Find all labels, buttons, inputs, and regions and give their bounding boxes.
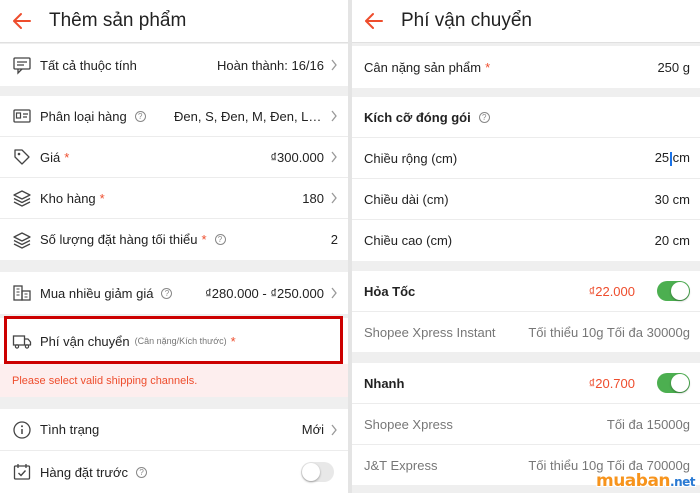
length-label: Chiều dài (cm) <box>364 191 449 207</box>
min-order-label: Số lượng đặt hàng tối thiểu <box>40 232 198 247</box>
message-icon <box>13 57 31 75</box>
calendar-check-icon <box>13 464 31 480</box>
width-input[interactable]: 25 cm <box>655 150 690 166</box>
carrier-name: Shopee Xpress Instant <box>364 324 496 340</box>
all-attributes-label: Tất cả thuộc tính <box>40 57 137 73</box>
chevron-right-icon <box>331 287 337 299</box>
highlight-box <box>4 316 343 364</box>
stock-value: 180 <box>302 190 324 206</box>
min-order-value: 2 <box>330 232 338 247</box>
page-title: Phí vận chuyển <box>401 10 532 31</box>
price-row[interactable]: Giá * ₫300.000 <box>0 137 348 178</box>
variants-label: Phân loại hàng <box>40 108 127 124</box>
height-row[interactable]: Chiều cao (cm) 20 cm <box>352 220 700 261</box>
height-value[interactable]: 20 cm <box>655 233 690 248</box>
package-size-label: Kích cỡ đóng gói <box>364 109 471 125</box>
toggle-knob <box>671 374 689 392</box>
layers-icon <box>13 190 31 207</box>
length-value[interactable]: 30 cm <box>655 192 690 207</box>
chevron-right-icon <box>331 192 337 204</box>
width-row[interactable]: Chiều rộng (cm) 25 cm <box>352 138 700 179</box>
watermark-tld: .net <box>670 475 695 489</box>
shipping-error-message: Please select valid shipping channels. <box>0 364 348 397</box>
help-icon[interactable]: ? <box>478 111 490 123</box>
express-carrier-row: Shopee Xpress Instant Tối thiểu 10g Tối … <box>352 312 700 352</box>
help-icon[interactable]: ? <box>136 466 148 478</box>
carrier-name: J&T Express <box>364 457 438 473</box>
package-size-heading: Kích cỡ đóng gói ? <box>352 97 700 138</box>
length-row[interactable]: Chiều dài (cm) 30 cm <box>352 179 700 220</box>
fast-channel-row: Nhanh ₫20.700 <box>352 363 700 404</box>
toggle-knob <box>302 463 320 481</box>
preorder-row: Hàng đặt trước ? <box>0 451 348 493</box>
chevron-right-icon <box>331 151 337 163</box>
chevron-right-icon <box>331 59 337 71</box>
text-cursor <box>670 151 672 166</box>
fast-price: ₫20.700 <box>588 375 635 391</box>
add-product-screen: Thêm sản phẩm Tất cả thuộc tính Hoàn thà… <box>0 0 348 493</box>
back-arrow-icon[interactable] <box>12 11 32 31</box>
back-arrow-icon[interactable] <box>364 11 384 31</box>
id-card-icon <box>13 109 31 123</box>
weight-row[interactable]: Cân nặng sản phẩm * 250 g <box>352 46 700 88</box>
info-icon <box>13 420 31 439</box>
watermark-brand: muaban <box>595 471 671 491</box>
condition-value: Mới <box>301 422 324 437</box>
bulk-discount-row[interactable]: Mua nhiều giảm giá ? ₫280.000 - ₫250.000 <box>0 272 348 314</box>
weight-label: Cân nặng sản phẩm <box>364 59 482 75</box>
required-mark: * <box>64 149 70 165</box>
width-value: 25 <box>654 150 670 166</box>
condition-label: Tình trạng <box>40 422 100 437</box>
carrier-limits: Tối thiểu 10g Tối đa 30000g <box>528 324 690 340</box>
chevron-right-icon <box>331 110 337 122</box>
required-mark: * <box>99 190 105 206</box>
preorder-label: Hàng đặt trước <box>40 464 129 480</box>
express-label: Hỏa Tốc <box>364 283 416 299</box>
stock-label: Kho hàng <box>40 190 96 206</box>
express-price: ₫22.000 <box>588 283 635 299</box>
price-tag-icon <box>14 149 30 165</box>
bulk-discount-label: Mua nhiều giảm giá <box>40 285 154 301</box>
store-icon <box>13 285 31 301</box>
fast-toggle[interactable] <box>657 373 690 393</box>
required-mark: * <box>485 59 491 75</box>
bulk-discount-value: ₫280.000 - ₫250.000 <box>205 285 324 301</box>
width-unit: cm <box>672 150 690 166</box>
express-channel-row: Hỏa Tốc ₫22.000 <box>352 271 700 312</box>
header: Thêm sản phẩm <box>0 0 348 43</box>
chevron-right-icon <box>331 424 337 435</box>
attributes-progress: Hoàn thành: 16/16 <box>217 57 324 73</box>
required-mark: * <box>201 232 207 247</box>
weight-value[interactable]: 250 g <box>657 60 690 75</box>
price-label: Giá <box>40 149 61 165</box>
stock-row[interactable]: Kho hàng * 180 <box>0 178 348 219</box>
toggle-knob <box>671 282 689 300</box>
carrier-limits: Tối đa 15000g <box>606 416 690 432</box>
height-label: Chiều cao (cm) <box>364 233 453 248</box>
fast-label: Nhanh <box>364 375 405 391</box>
width-label: Chiều rộng (cm) <box>364 150 458 166</box>
layers-icon <box>13 231 31 249</box>
shipping-fee-screen: Phí vận chuyển Cân nặng sản phẩm * 250 g… <box>352 0 700 493</box>
express-toggle[interactable] <box>657 281 690 301</box>
header: Phí vận chuyển <box>352 0 700 43</box>
help-icon[interactable]: ? <box>161 287 173 299</box>
help-icon[interactable]: ? <box>134 110 146 122</box>
preorder-toggle[interactable] <box>301 462 334 482</box>
page-title: Thêm sản phẩm <box>49 10 187 31</box>
min-order-row[interactable]: Số lượng đặt hàng tối thiểu * ? 2 <box>0 219 348 260</box>
price-value: ₫300.000 <box>270 149 324 165</box>
help-icon[interactable]: ? <box>214 234 226 245</box>
variants-row[interactable]: Phân loại hàng ? Đen, S, Đen, M, Đen, L,… <box>0 96 348 137</box>
all-attributes-row[interactable]: Tất cả thuộc tính Hoàn thành: 16/16 <box>0 44 348 86</box>
muaban-watermark: muaban.net <box>595 471 696 491</box>
condition-row[interactable]: Tình trạng Mới <box>0 409 348 451</box>
fast-carrier-row: Shopee Xpress Tối đa 15000g <box>352 404 700 445</box>
carrier-name: Shopee Xpress <box>364 416 453 432</box>
variants-value: Đen, S, Đen, M, Đen, L, Trắ... <box>174 108 324 124</box>
